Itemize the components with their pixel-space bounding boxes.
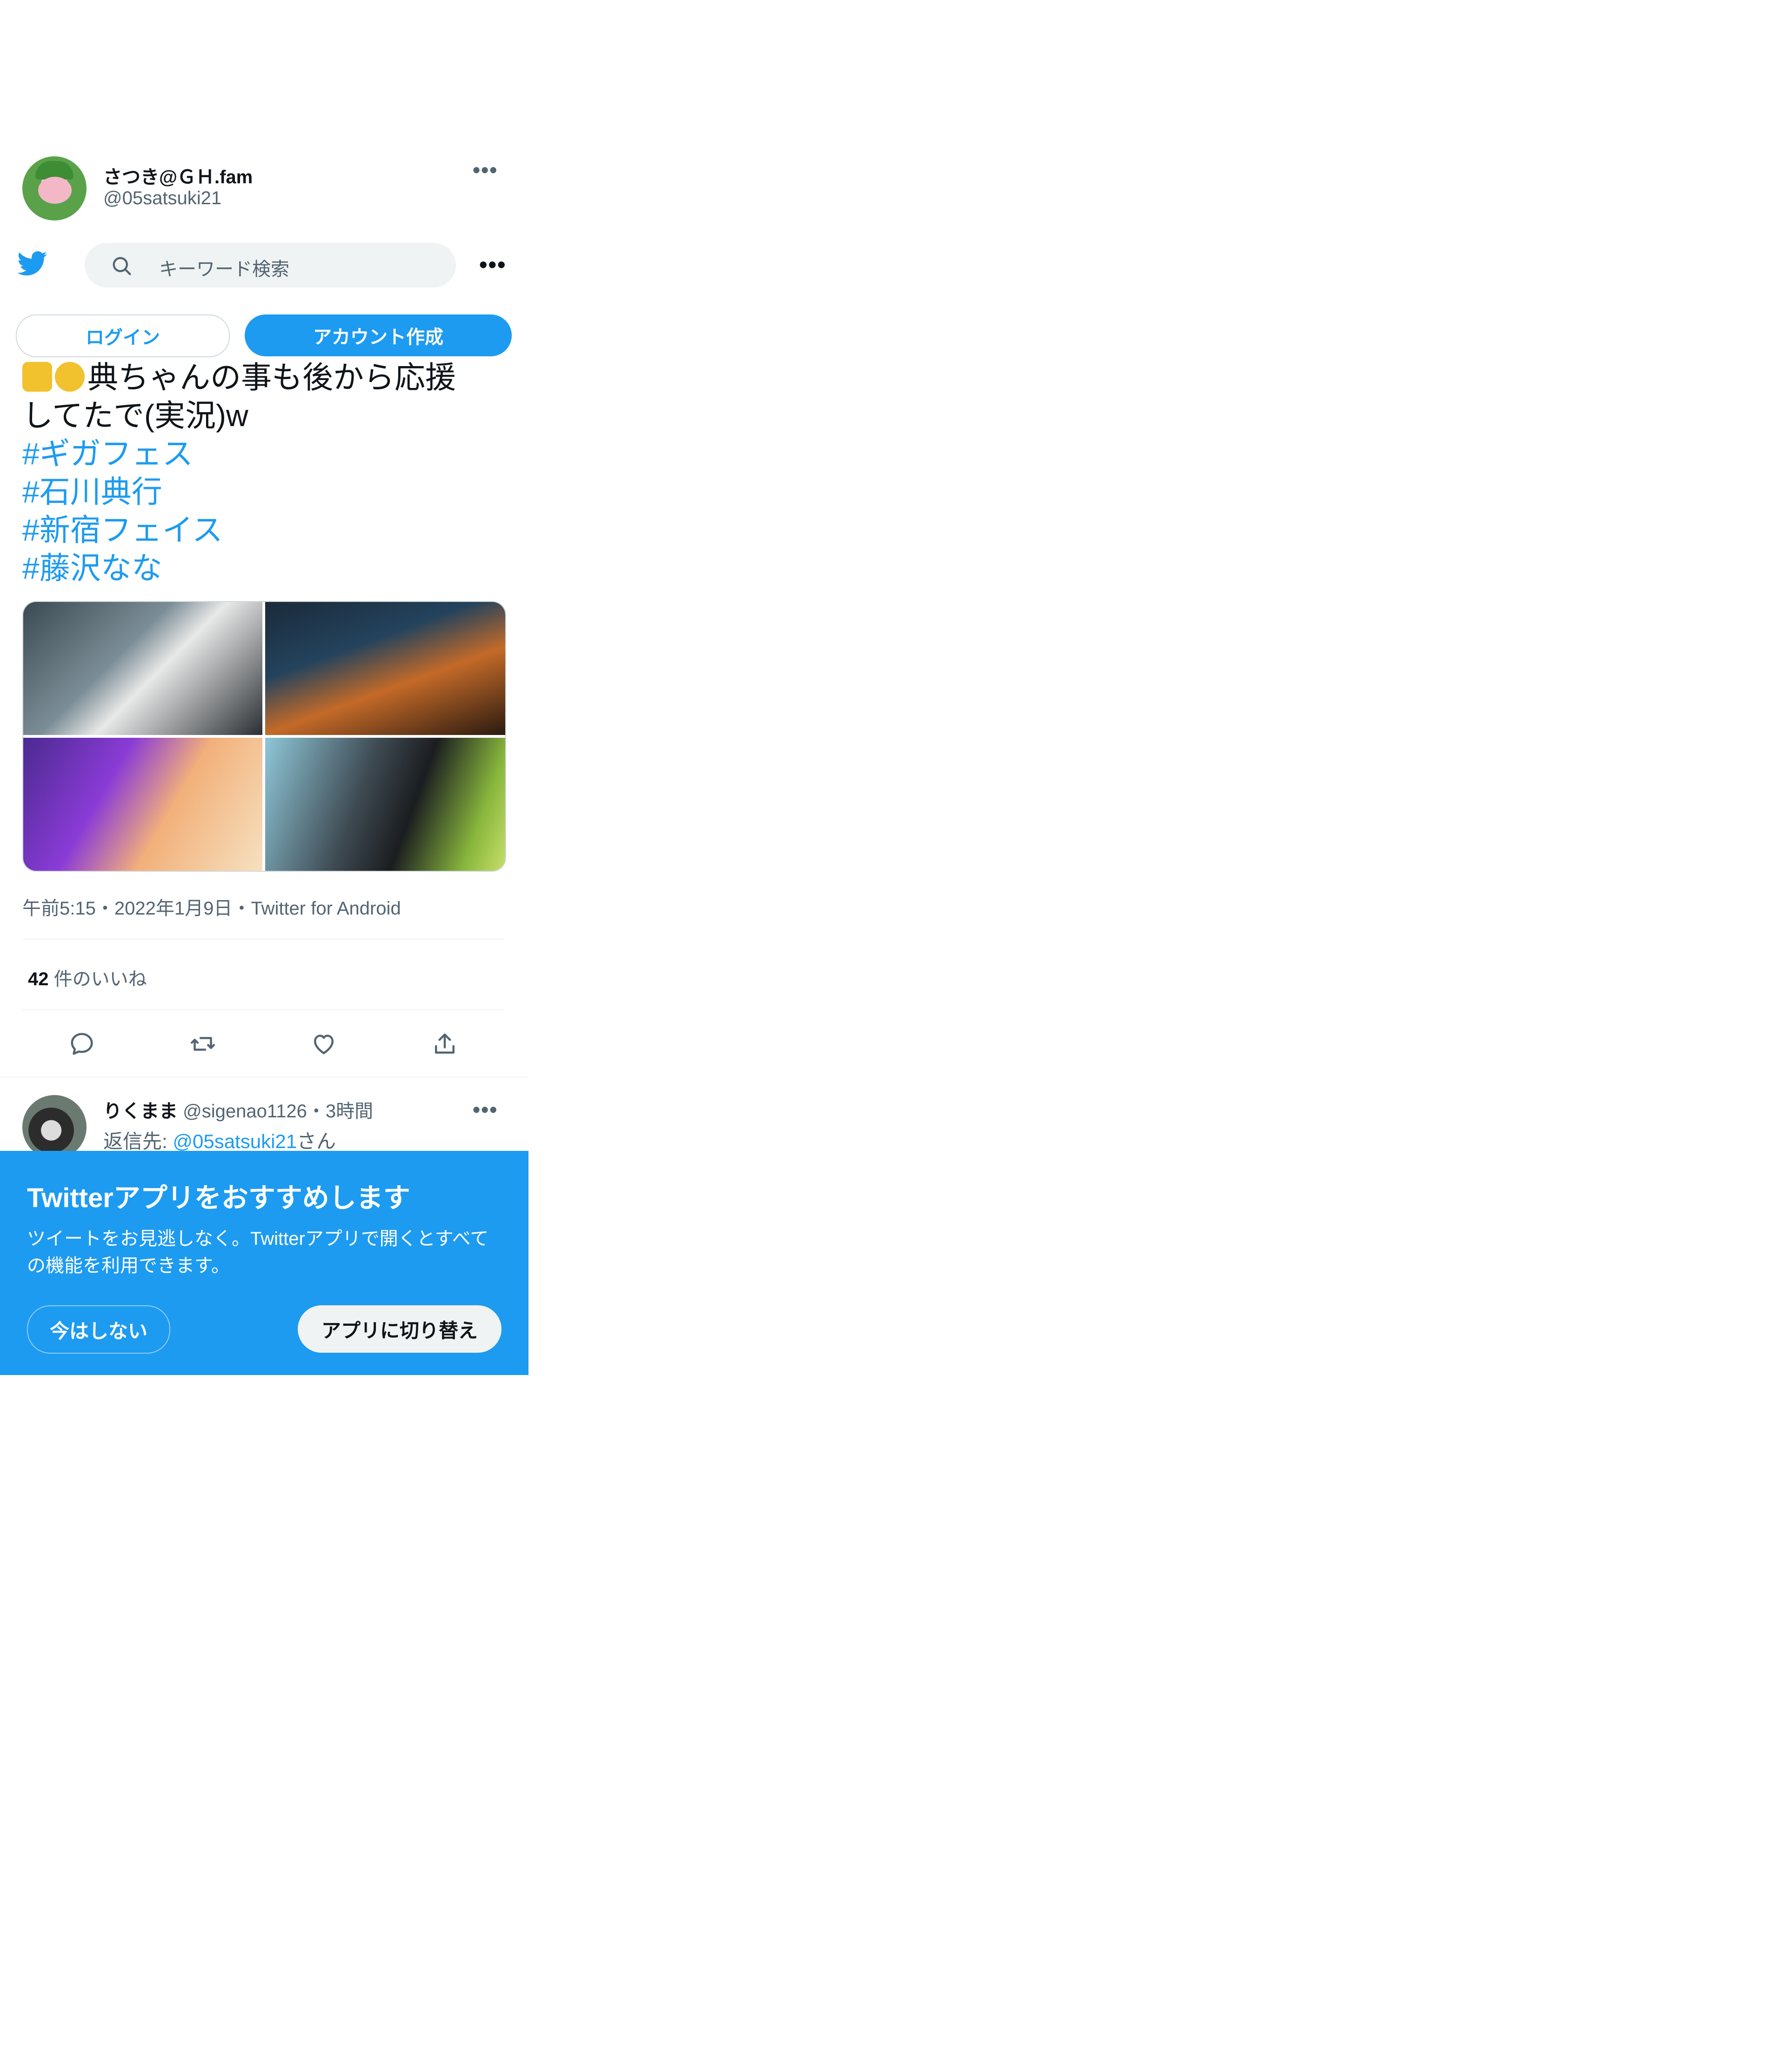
reply-display-name[interactable]: りくまま — [103, 1101, 178, 1122]
like-count[interactable]: 42 件のいいね — [28, 964, 147, 991]
tweet-text-line-1: 典ちゃんの事も後から応援 — [22, 358, 506, 396]
angry-face-emoji-icon — [55, 362, 85, 392]
fist-emoji-icon — [22, 362, 52, 392]
not-now-button[interactable]: 今はしない — [27, 1305, 170, 1354]
like-count-label: 件のいいね — [48, 969, 147, 989]
app-promo-title: Twitterアプリをおすすめします — [27, 1183, 410, 1213]
tweet-text-line-1-content: 典ちゃんの事も後から応援 — [87, 360, 456, 394]
tweet-text: 典ちゃんの事も後から応援 してたで(実況)w #ギガフェス #石川典行 #新宿フ… — [22, 358, 506, 587]
reply-mention-link[interactable]: @05satsuki21 — [173, 1130, 297, 1152]
signup-button[interactable]: アカウント作成 — [245, 314, 512, 356]
tweet-photo-1[interactable] — [23, 602, 262, 735]
reply-more-icon[interactable]: ••• — [473, 1097, 498, 1122]
tweet-photo-3[interactable] — [23, 738, 262, 871]
switch-to-app-button[interactable]: アプリに切り替え — [298, 1305, 501, 1353]
reply-handle-time: @sigenao1126・3時間 — [178, 1101, 374, 1122]
reply-to-prefix: 返信先: — [103, 1130, 173, 1152]
hashtag-link[interactable]: #ギガフェス — [22, 434, 506, 473]
twitter-logo-icon[interactable] — [16, 248, 49, 278]
search-placeholder[interactable]: キーワード検索 — [159, 254, 289, 281]
divider — [22, 1009, 504, 1010]
app-promo-description: ツイートをお見逃しなく。Twitterアプリで開くとすべての機能を利用できます。 — [27, 1229, 489, 1276]
share-icon[interactable] — [431, 1030, 459, 1058]
tweet-more-icon[interactable]: ••• — [473, 157, 498, 182]
reply-author-avatar[interactable] — [22, 1095, 87, 1159]
login-button[interactable]: ログイン — [16, 314, 230, 357]
tweet-timestamp-source[interactable]: 午前5:15・2022年1月9日・Twitter for Android — [22, 893, 401, 920]
reply-to-line: 返信先: @05satsuki21さん — [103, 1126, 336, 1154]
tweet-photo-grid — [22, 601, 506, 872]
search-icon — [113, 257, 131, 275]
reply-icon[interactable] — [68, 1030, 96, 1058]
author-display-name[interactable]: さつき@ＧＨ.fam — [103, 162, 253, 189]
nav-more-icon[interactable]: ••• — [479, 251, 507, 278]
like-count-number: 42 — [28, 969, 49, 989]
author-avatar[interactable] — [22, 156, 87, 220]
reply-author[interactable]: りくまま @sigenao1126・3時間 — [103, 1096, 373, 1123]
divider — [22, 939, 504, 940]
divider — [0, 1076, 528, 1077]
like-heart-icon[interactable] — [310, 1030, 338, 1058]
retweet-icon[interactable] — [189, 1030, 217, 1058]
tweet-photo-4[interactable] — [265, 738, 505, 871]
tweet-photo-2[interactable] — [265, 602, 505, 735]
tweet-text-line-2: してたで(実況)w — [22, 398, 248, 433]
hashtag-link[interactable]: #石川典行 — [22, 473, 506, 511]
author-handle[interactable]: @05satsuki21 — [103, 188, 221, 209]
hashtag-link[interactable]: #藤沢なな — [22, 549, 506, 587]
reply-to-suffix: さん — [297, 1130, 336, 1152]
hashtag-link[interactable]: #新宿フェイス — [22, 511, 506, 549]
